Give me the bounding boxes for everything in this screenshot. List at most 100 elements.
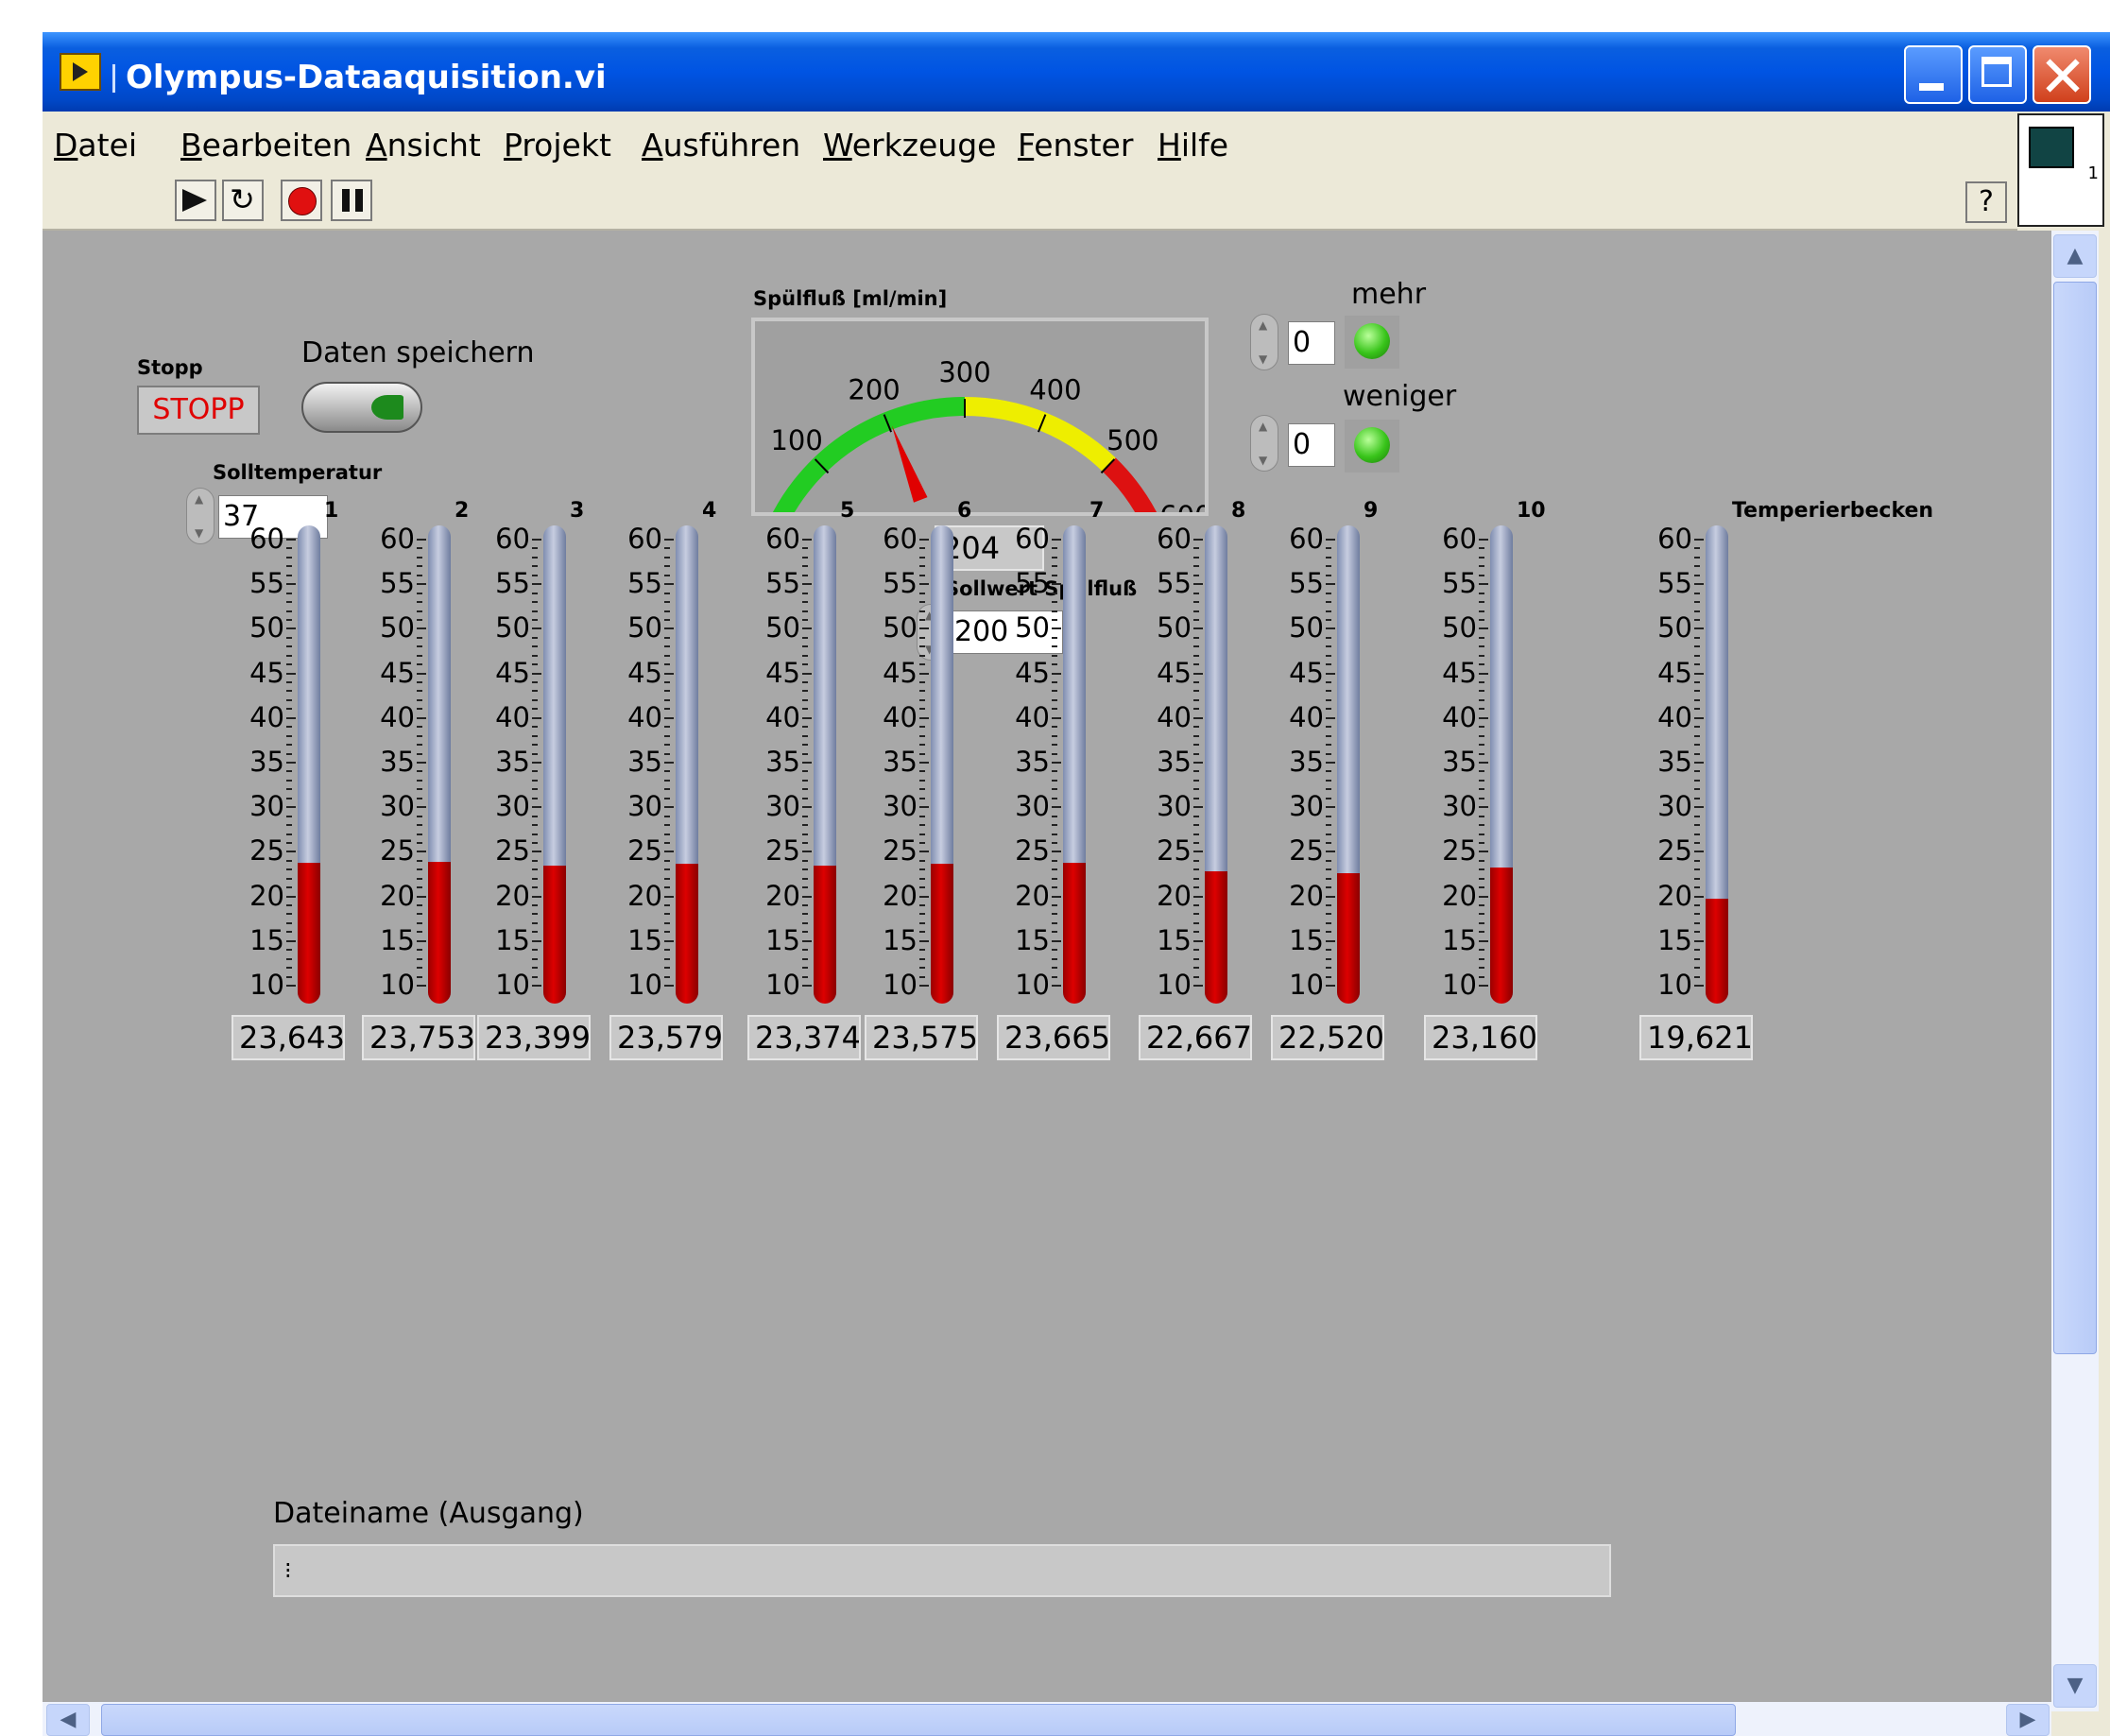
thermometer-tick [1326,797,1331,799]
thermometer-tick [1326,868,1331,871]
thermometer-tick [286,744,292,747]
stop-button[interactable]: STOPP [137,386,260,435]
thermometer-tick [286,824,292,827]
run-continuously-icon[interactable] [222,180,264,221]
less-input[interactable]: 0 [1288,423,1335,467]
abort-execution-icon[interactable] [281,180,322,221]
thermometer-tick [919,663,925,666]
thermometer-tick [1326,708,1331,711]
vertical-scrollbar[interactable]: ▲ ▼ [2051,231,2099,1711]
menu-bearbeiten[interactable]: Bearbeiten [180,127,352,163]
thermometer-tick [1326,583,1335,586]
thermometer-tick [1052,627,1061,630]
menu-ansicht[interactable]: Ansicht [366,127,481,163]
thermometer-tick [802,859,808,862]
thermometer-tick [417,770,422,773]
thermometer-tick [1694,975,1700,978]
gauge-tick-label: 100 [770,424,822,456]
thermometer-tick [1326,645,1331,648]
gauge-tick-label: 400 [1029,374,1081,406]
vertical-scroll-thumb[interactable] [2053,282,2097,1354]
thermometer-tick [1193,574,1199,576]
close-button[interactable] [2033,45,2091,104]
thermometer-tick [1193,913,1199,916]
thermometer-tick [417,752,422,755]
thermometer-tick [919,913,925,916]
thermometer-tick [1193,752,1199,755]
thermometer-tick [286,663,292,666]
thermometer-tick [664,833,670,835]
thermometer-tick [1479,824,1484,827]
title-bar[interactable]: Olympus-Dataaquisition.vi [43,32,2110,112]
thermometer-tick [532,877,538,880]
thermometer-tick [1193,726,1199,729]
thermometer-tick [1326,627,1335,630]
horizontal-scrollbar[interactable]: ◀ ▶ [43,1702,2051,1736]
thermometer-scale-label: 25 [627,834,662,868]
thermometer-tick [919,716,929,719]
thermometer-tick [664,939,674,942]
menu-projekt[interactable]: Projekt [504,127,611,163]
scroll-right-icon[interactable]: ▶ [2006,1704,2050,1736]
less-stepper[interactable] [1250,415,1278,472]
thermometer-tick [1052,690,1057,693]
thermometer-tick [532,815,538,817]
run-arrow-icon[interactable] [175,180,216,221]
thermometer-tick [532,716,541,719]
thermometer-tick [1052,618,1057,621]
thermometer-tick [664,654,670,657]
minimize-button[interactable] [1904,45,1963,104]
scroll-left-icon[interactable]: ◀ [46,1704,90,1736]
menu-werkzeuge[interactable]: Werkzeuge [823,127,996,163]
thermometer-tick [1479,744,1484,747]
thermometer-tick [1326,913,1331,916]
thermometer-tick [802,663,808,666]
context-help-button[interactable]: ? [1965,181,2007,223]
menu-ausfuehren[interactable]: Ausführen [642,127,800,163]
scroll-up-icon[interactable]: ▲ [2053,234,2097,278]
thermometer-tick [802,797,808,799]
scroll-down-icon[interactable]: ▼ [2053,1664,2097,1708]
thermometer-tick [1694,672,1704,675]
thermometer-tick [1052,859,1057,862]
thermometer-tick [417,708,422,711]
more-input[interactable]: 0 [1288,321,1335,365]
thermometer-tick [1694,841,1700,844]
thermometer-tick [1052,931,1057,934]
maximize-button[interactable] [1968,45,2027,104]
thermometer-tick [664,681,670,684]
save-data-toggle[interactable] [301,382,422,433]
thermometer-tick [1694,913,1700,916]
thermometer-tick [1193,627,1203,630]
thermometer-tick [532,610,538,612]
thermometer-tick [417,868,422,871]
thermometer-tick [664,645,670,648]
menu-fenster[interactable]: Fenster [1018,127,1133,163]
path-browse-icon[interactable]: ⁝ [284,1557,292,1584]
thermometer-tick [286,583,296,586]
thermometer-tick [1052,967,1057,970]
more-stepper[interactable] [1250,314,1278,370]
thermometer-scale-label: 40 [1157,700,1192,733]
menu-datei[interactable]: Datei [54,127,137,163]
thermometer-tick [1479,859,1484,862]
thermometer-tick [417,734,422,737]
setpoint-temp-stepper[interactable] [186,488,214,544]
filename-path-input[interactable]: ⁝ [273,1544,1611,1597]
horizontal-scroll-thumb[interactable] [101,1704,1736,1736]
thermometer-tick [1694,556,1700,559]
pause-icon[interactable] [331,180,372,221]
thermometer-tick [1193,744,1199,747]
menu-hilfe[interactable]: Hilfe [1158,127,1228,163]
thermometer-tick [1479,672,1488,675]
thermometer-tick [1479,957,1484,960]
thermometer-tick [1694,779,1700,782]
thermometer-tick [286,681,292,684]
thermometer-tick [417,957,422,960]
thermometer-scale-label: 30 [1657,790,1692,823]
thermometer-tick [1479,708,1484,711]
thermometer-tick [532,851,541,853]
thermometer-tick [1479,931,1484,934]
vi-connector-icon[interactable] [2017,113,2104,227]
labview-app-icon[interactable] [60,53,101,91]
